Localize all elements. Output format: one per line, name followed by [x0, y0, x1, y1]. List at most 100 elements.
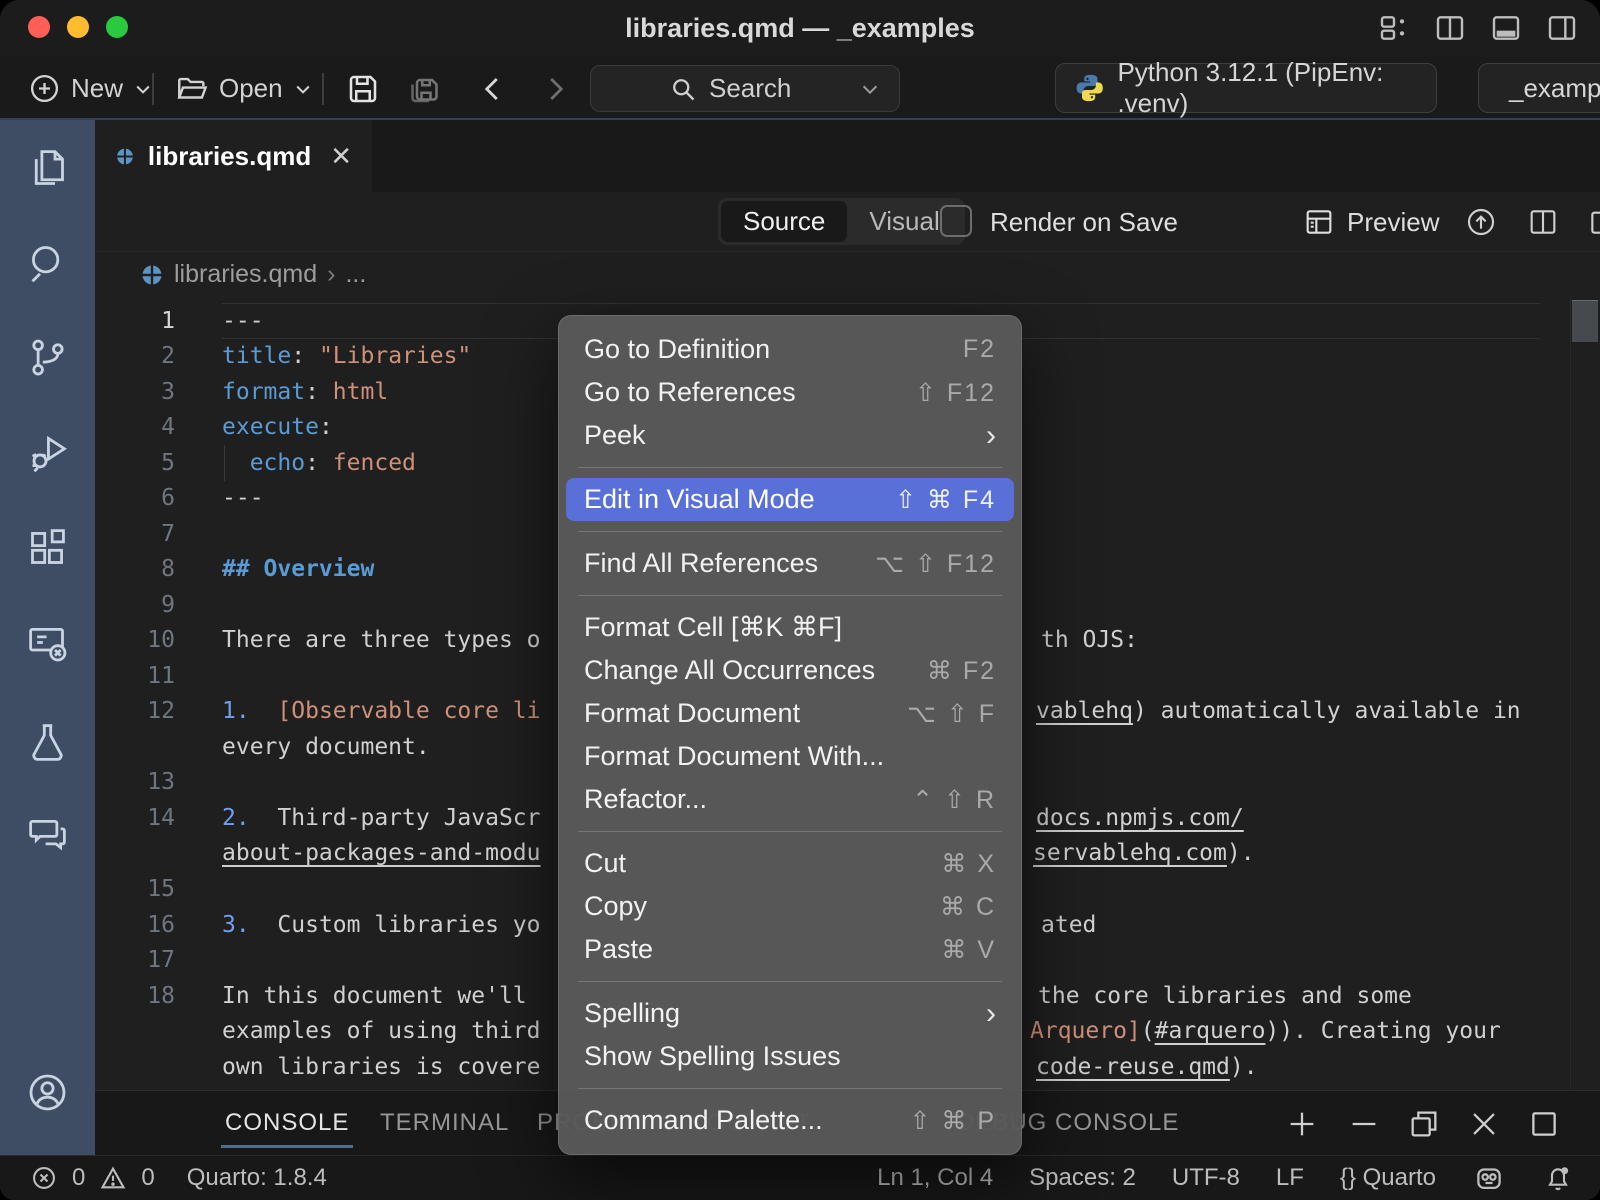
status-bar: 0 0 Quarto: 1.8.4 Ln 1, Col 4 Spaces: 2 UT… [0, 1155, 1600, 1200]
line-number: 10 [113, 622, 175, 658]
save-all-icon [405, 71, 441, 107]
render-on-save-checkbox[interactable] [940, 205, 972, 237]
workspace-selector[interactable]: _examples [1478, 63, 1600, 113]
menu-item-change-all-occurrences[interactable]: Change All Occurrences⌘ F2 [566, 649, 1014, 692]
search-placeholder: Search [709, 73, 791, 104]
menu-item-cut[interactable]: Cut⌘ X [566, 842, 1014, 885]
source-mode-button[interactable]: Source [721, 201, 847, 242]
interpreter-label: Python 3.12.1 (PipEnv: .venv) [1117, 57, 1418, 119]
customize-layout-icon[interactable] [1378, 12, 1410, 44]
menu-item-refactor[interactable]: Refactor...⌃ ⇧ R [566, 778, 1014, 821]
menu-item-go-to-references[interactable]: Go to References⇧ F12 [566, 371, 1014, 414]
menu-item-command-palette[interactable]: Command Palette...⇧ ⌘ P [566, 1099, 1014, 1142]
editor-header: Source Visual Render on Save Preview ⋯ [95, 192, 1600, 252]
menu-item-copy[interactable]: Copy⌘ C [566, 885, 1014, 928]
menu-shortcut: ⌥ ⇧ F12 [875, 549, 996, 579]
new-plus-icon [28, 72, 61, 105]
status-item[interactable]: Spaces: 2 [1029, 1164, 1136, 1192]
menu-shortcut: F2 [963, 335, 996, 364]
toggle-panel-icon[interactable] [1490, 12, 1522, 44]
chevron-down-icon [133, 79, 153, 99]
breadcrumb-more: ... [345, 260, 366, 289]
menu-item-format-cell-k-f[interactable]: Format Cell [⌘K ⌘F] [566, 606, 1014, 649]
menu-shortcut: ⌘ V [941, 935, 996, 965]
menu-separator [578, 831, 1002, 832]
explorer-icon[interactable] [25, 146, 70, 191]
breadcrumb-file: libraries.qmd [174, 260, 317, 289]
scrollbar-thumb[interactable] [1572, 300, 1598, 342]
extensions-icon[interactable] [25, 525, 70, 570]
notifications-bell-icon[interactable] [1542, 1162, 1574, 1194]
panel-add-icon[interactable] [1285, 1107, 1319, 1141]
panel-close-icon[interactable] [1467, 1107, 1501, 1141]
panel-minimize-icon[interactable] [1347, 1107, 1381, 1141]
menu-item-format-document[interactable]: Format Document⌥ ⇧ F [566, 692, 1014, 735]
menu-item-show-spelling-issues[interactable]: Show Spelling Issues [566, 1035, 1014, 1078]
sessions-icon[interactable] [25, 620, 70, 665]
navigate-back-button[interactable] [478, 57, 508, 120]
menu-separator [578, 531, 1002, 532]
preview-button[interactable]: Preview [1303, 192, 1439, 252]
line-number: 1 [113, 303, 175, 339]
menu-item-paste[interactable]: Paste⌘ V [566, 928, 1014, 971]
folder-open-icon [175, 72, 209, 106]
activity-bar [0, 120, 95, 1155]
panel-tab-console[interactable]: CONSOLE [225, 1091, 349, 1155]
line-number: 18 [113, 978, 175, 1014]
warnings-icon[interactable] [99, 1164, 127, 1192]
menu-item-find-all-references[interactable]: Find All References⌥ ⇧ F12 [566, 542, 1014, 585]
interpreter-selector[interactable]: Python 3.12.1 (PipEnv: .venv) [1055, 63, 1437, 113]
status-item[interactable]: LF [1276, 1164, 1304, 1192]
menu-item-edit-in-visual-mode[interactable]: Edit in Visual Mode⇧ ⌘ F4 [566, 478, 1014, 521]
source-control-icon[interactable] [25, 335, 70, 380]
warning-count[interactable]: 0 [141, 1164, 154, 1192]
line-number: 4 [113, 409, 175, 445]
menu-item-go-to-definition[interactable]: Go to DefinitionF2 [566, 328, 1014, 371]
run-debug-icon[interactable] [25, 430, 70, 475]
status-item[interactable]: UTF-8 [1172, 1164, 1240, 1192]
menu-item-spelling[interactable]: Spelling› [566, 992, 1014, 1035]
publish-icon[interactable] [1465, 206, 1497, 238]
menu-item-format-document-with[interactable]: Format Document With... [566, 735, 1014, 778]
status-item[interactable]: {} Quarto [1340, 1164, 1436, 1192]
menu-item-peek[interactable]: Peek› [566, 414, 1014, 457]
line-number: 14 [113, 800, 175, 836]
toggle-sidebar-icon[interactable] [1546, 12, 1578, 44]
menu-shortcut: ⌘ C [940, 892, 996, 922]
main-toolbar: New Open Search Python 3.12.1 (P [0, 57, 1600, 120]
split-layout-icon[interactable] [1434, 12, 1466, 44]
split-editor-icon[interactable] [1527, 206, 1559, 238]
errors-icon[interactable] [30, 1164, 58, 1192]
menu-shortcut: ⌘ F2 [927, 656, 996, 686]
line-number: 17 [113, 942, 175, 978]
preview-icon [1303, 206, 1335, 238]
search-input[interactable]: Search [590, 65, 900, 112]
save-all-button[interactable] [405, 57, 441, 120]
menu-shortcut: ⌃ ⇧ R [912, 785, 996, 815]
open-button[interactable]: Open [175, 57, 313, 120]
panel-restore-icon[interactable] [1407, 1107, 1441, 1141]
testing-icon[interactable] [25, 720, 70, 765]
navigate-forward-button[interactable] [540, 57, 570, 120]
quarto-version[interactable]: Quarto: 1.8.4 [187, 1164, 327, 1192]
toolbar-separator [152, 73, 154, 105]
menu-shortcut: ⇧ F12 [915, 378, 996, 408]
chat-icon[interactable] [25, 812, 70, 857]
panel-layout-icon[interactable] [1527, 1107, 1561, 1141]
panel-tab-terminal[interactable]: TERMINAL [380, 1091, 509, 1155]
tab-close-icon[interactable]: ✕ [330, 141, 352, 172]
error-count[interactable]: 0 [72, 1164, 85, 1192]
account-icon[interactable] [25, 1070, 70, 1115]
search-sidebar-icon[interactable] [25, 240, 70, 285]
save-button[interactable] [345, 57, 381, 120]
submenu-arrow-icon: › [986, 419, 996, 453]
open-external-icon[interactable] [1587, 206, 1600, 238]
tab-libraries-qmd[interactable]: libraries.qmd ✕ [95, 120, 372, 192]
assistant-robot-icon[interactable] [1472, 1161, 1506, 1195]
submenu-arrow-icon: › [986, 997, 996, 1031]
breadcrumb[interactable]: libraries.qmd › ... [95, 252, 1600, 297]
new-button[interactable]: New [28, 57, 153, 120]
python-logo-icon [1074, 70, 1105, 106]
status-item[interactable]: Ln 1, Col 4 [877, 1164, 993, 1192]
line-number: 5 [113, 445, 175, 481]
